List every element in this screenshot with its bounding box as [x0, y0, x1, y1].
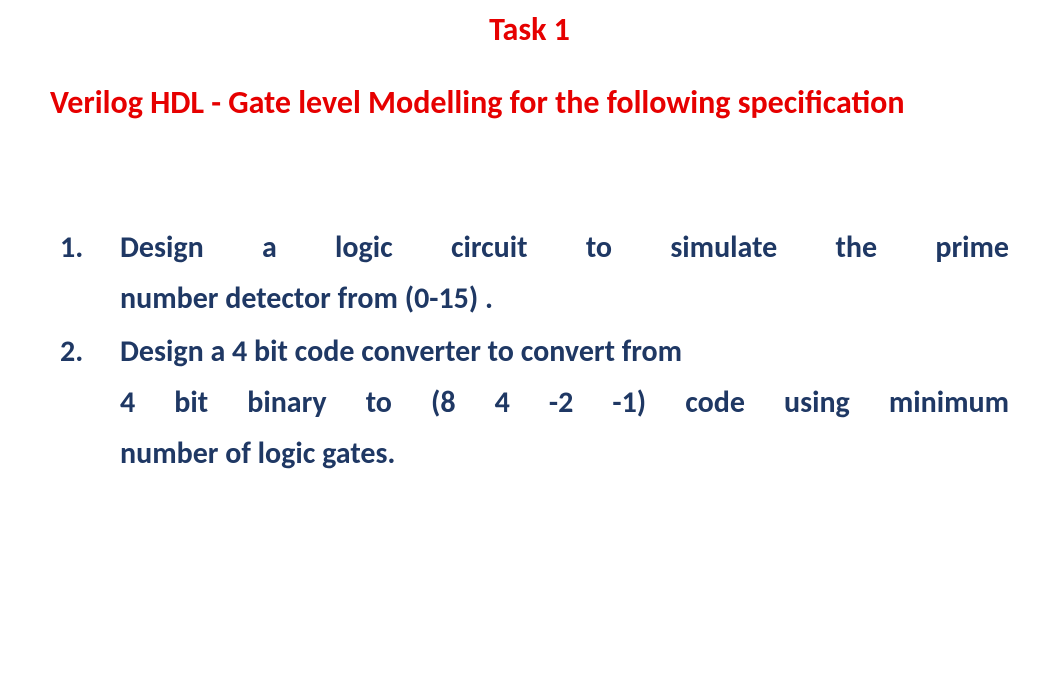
list-line: number of logic gates.	[120, 428, 1009, 479]
task-subtitle: Verilog HDL - Gate level Modelling for t…	[50, 79, 1009, 127]
task-list: 1. Design a logic circuit to simulate th…	[50, 222, 1009, 479]
list-item: 1. Design a logic circuit to simulate th…	[50, 222, 1009, 324]
list-line: 4 bit binary to (8 4 -2 -1) code using m…	[120, 377, 1009, 428]
list-text: Design a logic circuit to simulate the p…	[120, 222, 1009, 324]
list-line: Design a logic circuit to simulate the p…	[120, 222, 1009, 273]
list-item: 2. Design a 4 bit code converter to conv…	[50, 326, 1009, 479]
list-line: number detector from (0-15) .	[120, 273, 1009, 324]
list-number: 2.	[50, 326, 120, 479]
task-title: Task 1	[50, 10, 1009, 49]
list-number: 1.	[50, 222, 120, 324]
list-text: Design a 4 bit code converter to convert…	[120, 326, 1009, 479]
list-line: Design a 4 bit code converter to convert…	[120, 326, 1009, 377]
